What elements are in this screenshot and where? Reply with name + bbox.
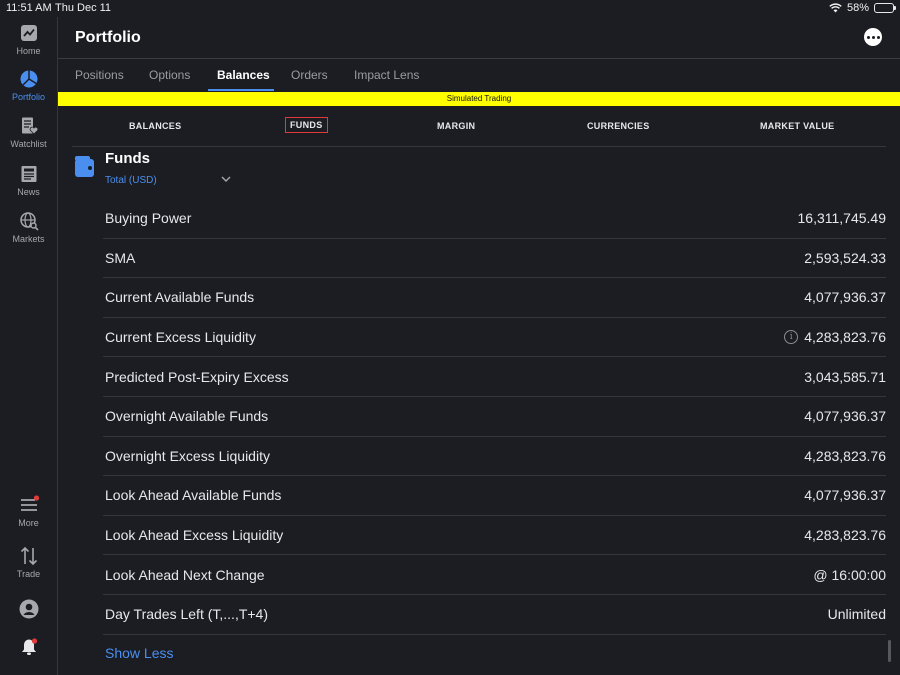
tab-impact-lens[interactable]: Impact Lens [354, 68, 419, 82]
portfolio-tabs: Positions Options Balances Orders Impact… [58, 59, 900, 92]
nav-notifications[interactable] [0, 637, 57, 660]
table-row: Buying Power 16,311,745.49 [103, 199, 886, 239]
row-value: 3,043,585.71 [804, 368, 886, 385]
nav-account[interactable] [0, 599, 57, 622]
active-tab-indicator [208, 89, 274, 91]
currency-selector-value: Total (USD) [105, 175, 157, 186]
nav-portfolio[interactable]: Portfolio [0, 69, 57, 102]
battery-percent: 58% [846, 2, 869, 14]
newspaper-icon [21, 166, 36, 182]
row-value: Unlimited [827, 606, 886, 623]
more-dot-icon [871, 35, 875, 39]
bell-icon [21, 638, 37, 655]
status-date: Thu Dec 11 [55, 2, 112, 14]
more-dot-icon [876, 35, 880, 39]
chevron-down-icon [221, 175, 231, 186]
row-value: 4,077,936.37 [804, 487, 886, 504]
page-header: Portfolio [58, 17, 900, 59]
nav-news[interactable]: News [0, 164, 57, 197]
row-label: SMA [105, 249, 136, 266]
nav-more[interactable]: More [0, 495, 57, 528]
row-label: Overnight Excess Liquidity [105, 447, 270, 464]
row-label: Day Trades Left (T,...,T+4) [105, 606, 269, 623]
tab-orders[interactable]: Orders [291, 68, 328, 82]
home-chart-icon [20, 25, 37, 41]
row-value: 4,283,823.76 [804, 527, 886, 544]
tab-balances[interactable]: Balances [217, 68, 270, 82]
subtab-balances[interactable]: BALANCES [129, 121, 181, 131]
currency-selector[interactable]: Total (USD) [105, 175, 235, 186]
row-value: 4,077,936.37 [804, 289, 886, 306]
table-row: Overnight Excess Liquidity 4,283,823.76 [103, 437, 886, 477]
more-dot-icon [866, 35, 870, 39]
nav-trade[interactable]: Trade [0, 546, 57, 579]
subtab-market-value[interactable]: MARKET VALUE [760, 121, 834, 131]
menu-icon [20, 495, 39, 511]
row-label: Buying Power [105, 210, 192, 227]
nav-markets[interactable]: Markets [0, 211, 57, 244]
row-label: Look Ahead Excess Liquidity [105, 527, 284, 544]
balances-subtabs: BALANCES FUNDS MARGIN CURRENCIES MARKET … [58, 106, 900, 146]
subtab-currencies[interactable]: CURRENCIES [587, 121, 650, 131]
page-title: Portfolio [75, 29, 141, 46]
watchlist-icon [21, 117, 38, 135]
table-row: Current Excess Liquidity i 4,283,823.76 [103, 318, 886, 358]
row-value: 4,283,823.76 [804, 447, 886, 464]
nav-home[interactable]: Home [0, 23, 57, 56]
left-nav-rail: Home Portfolio Watchlist News Markets Mo… [0, 17, 58, 675]
table-row: Current Available Funds 4,077,936.37 [103, 278, 886, 318]
info-icon[interactable]: i [784, 330, 799, 345]
nav-news-label: News [17, 187, 40, 197]
nav-home-label: Home [16, 46, 41, 56]
show-less-link[interactable]: Show Less [105, 645, 173, 661]
scrollbar-handle[interactable] [888, 640, 891, 662]
wallet-icon [75, 156, 94, 177]
section-title: Funds [105, 150, 150, 167]
status-right: 58% [829, 2, 896, 14]
row-label: Look Ahead Next Change [105, 566, 265, 583]
status-time: 11:51 AM [6, 2, 52, 14]
row-label: Look Ahead Available Funds [105, 487, 282, 504]
nav-markets-label: Markets [12, 234, 45, 244]
table-row: Day Trades Left (T,...,T+4) Unlimited [103, 595, 886, 635]
row-value: 4,077,936.37 [804, 408, 886, 425]
nav-trade-label: Trade [16, 569, 41, 579]
status-bar: 11:51 AM Thu Dec 11 58% [0, 0, 900, 17]
row-label: Current Excess Liquidity [105, 329, 256, 346]
more-options-button[interactable] [864, 28, 882, 46]
tab-positions[interactable]: Positions [75, 68, 124, 82]
funds-table: Buying Power 16,311,745.49 SMA 2,593,524… [103, 199, 886, 635]
nav-more-label: More [18, 518, 39, 528]
row-label: Overnight Available Funds [105, 408, 269, 425]
nav-watchlist[interactable]: Watchlist [0, 116, 57, 149]
globe-search-icon [19, 212, 39, 231]
row-value: 16,311,745.49 [797, 210, 887, 227]
simulated-trading-banner: Simulated Trading [58, 92, 900, 106]
row-label: Predicted Post-Expiry Excess [105, 368, 289, 385]
subtab-margin[interactable]: MARGIN [437, 121, 475, 131]
row-label: Current Available Funds [105, 289, 255, 306]
table-row: Overnight Available Funds 4,077,936.37 [103, 397, 886, 437]
trade-arrows-icon [20, 546, 37, 566]
wifi-icon [829, 3, 842, 13]
row-value: 2,593,524.33 [804, 249, 886, 266]
battery-icon [874, 3, 896, 13]
table-row: Look Ahead Next Change @ 16:00:00 [103, 555, 886, 595]
table-row: Predicted Post-Expiry Excess 3,043,585.7… [103, 357, 886, 397]
table-row: SMA 2,593,524.33 [103, 239, 886, 279]
subtab-funds[interactable]: FUNDS [285, 117, 328, 133]
subtabs-divider [72, 146, 886, 147]
nav-watchlist-label: Watchlist [10, 139, 47, 149]
tab-options[interactable]: Options [149, 68, 190, 82]
row-value: 4,283,823.76 [804, 329, 886, 346]
table-row: Look Ahead Available Funds 4,077,936.37 [103, 476, 886, 516]
pie-chart-icon [20, 70, 37, 88]
row-value: @ 16:00:00 [813, 566, 886, 583]
table-row: Look Ahead Excess Liquidity 4,283,823.76 [103, 516, 886, 556]
nav-portfolio-label: Portfolio [11, 92, 46, 102]
user-avatar-icon [19, 599, 38, 619]
